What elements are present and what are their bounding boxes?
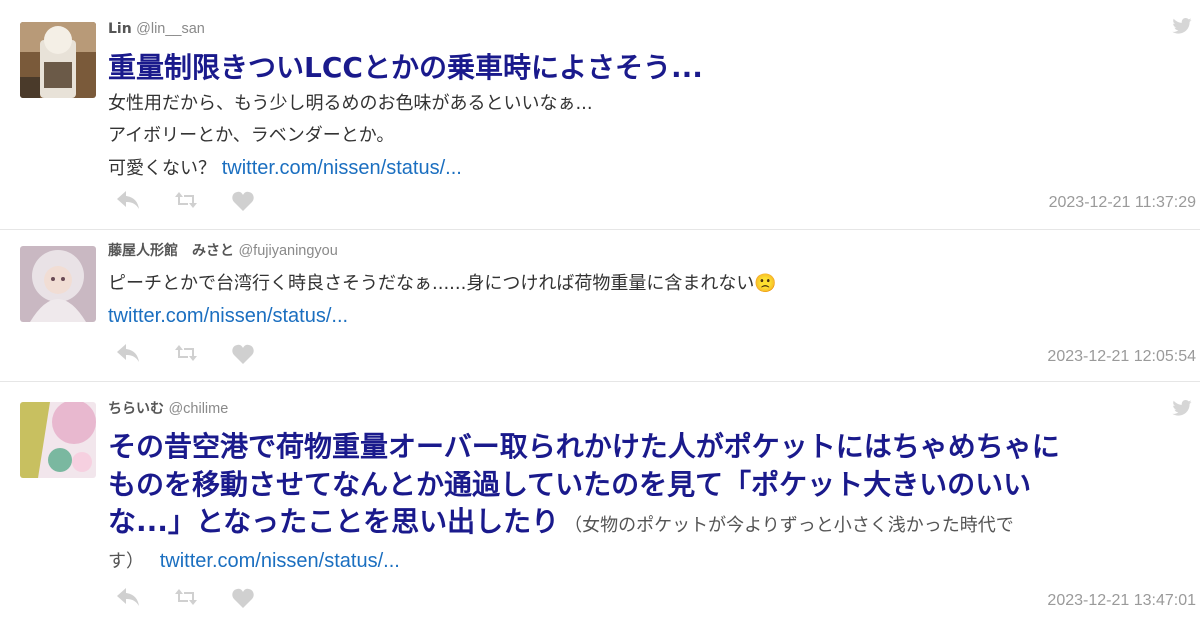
- heart-icon[interactable]: [232, 191, 254, 215]
- tweet-text: ピーチとかで台湾行く時良さそうだなぁ......身につければ荷物重量に含まれない: [108, 273, 755, 294]
- tweet-item: Lin @lin__san 重量制限きついLCCとかの乗車時によさそう... 女…: [0, 0, 1200, 230]
- tweet-headline: な...」となったことを思い出したり: [108, 505, 560, 538]
- tweet-body: 重量制限きついLCCとかの乗車時によさそう... 女性用だから、もう少し明るめの…: [108, 50, 1198, 185]
- tweet-body: その昔空港で荷物重量オーバー取られかけた人がポケットにはちゃめちゃに ものを移動…: [108, 428, 1198, 578]
- retweet-icon[interactable]: [175, 191, 197, 213]
- twitter-bird-icon[interactable]: [1172, 18, 1192, 34]
- tweet-link[interactable]: twitter.com/nissen/status/...: [108, 305, 348, 327]
- tweet-aside: （女物のポケットが今よりずっと小さく浅かった時代で: [564, 515, 1014, 536]
- user-name[interactable]: Lin: [108, 21, 132, 37]
- user-handle[interactable]: @fujiyaningyou: [238, 243, 337, 259]
- user-handle[interactable]: @lin__san: [136, 21, 205, 37]
- tweet-link[interactable]: twitter.com/nissen/status/...: [160, 550, 400, 572]
- tweet-link[interactable]: twitter.com/nissen/status/...: [222, 157, 462, 179]
- reply-icon[interactable]: [117, 588, 139, 610]
- twitter-bird-icon[interactable]: [1172, 400, 1192, 416]
- tweet-headline-last: な...」となったことを思い出したり （女物のポケットが今よりずっと小さく浅かっ…: [108, 504, 1198, 545]
- tweet-item: 藤屋人形館 みさと @fujiyaningyou ピーチとかで台湾行く時良さそう…: [0, 230, 1200, 382]
- tweet-headline: その昔空港で荷物重量オーバー取られかけた人がポケットにはちゃめちゃに: [108, 430, 1060, 463]
- tweet-item: ちらいむ @chilime その昔空港で荷物重量オーバー取られかけた人がポケット…: [0, 382, 1200, 624]
- reply-icon[interactable]: [117, 344, 139, 366]
- tweet-header: 藤屋人形館 みさと @fujiyaningyou: [108, 242, 338, 260]
- tweet-text-line: 女性用だから、もう少し明るめのお色味があるといいなぁ...: [108, 93, 593, 114]
- sad-face-emoji: 🙁: [754, 273, 777, 294]
- user-name[interactable]: ちらいむ: [108, 401, 164, 417]
- heart-icon[interactable]: [232, 588, 254, 612]
- timestamp[interactable]: 2023-12-21 11:37:29: [1049, 194, 1196, 212]
- tweet-header: ちらいむ @chilime: [108, 400, 228, 418]
- tweet-text-line: 可愛くない？ twitter.com/nissen/status/...: [108, 152, 1198, 185]
- tweet-headline: 重量制限きついLCCとかの乗車時によさそう...: [108, 51, 703, 84]
- reply-icon[interactable]: [117, 191, 139, 213]
- tweet-header: Lin @lin__san: [108, 20, 205, 38]
- timestamp[interactable]: 2023-12-21 12:05:54: [1047, 348, 1196, 366]
- tweet-text-line: アイボリーとか、ラベンダーとか。: [108, 125, 395, 146]
- user-handle[interactable]: @chilime: [168, 401, 228, 417]
- timestamp[interactable]: 2023-12-21 13:47:01: [1047, 592, 1196, 610]
- tweet-body: ピーチとかで台湾行く時良さそうだなぁ......身につければ荷物重量に含まれない…: [108, 268, 1198, 333]
- tweet-aside: す）: [108, 551, 144, 572]
- user-name[interactable]: 藤屋人形館 みさと: [108, 243, 234, 259]
- tweet-text-line: twitter.com/nissen/status/...: [108, 300, 1198, 333]
- tweet-headline: ものを移動させてなんとか通過していたのを見て「ポケット大きいのいい: [108, 468, 1032, 501]
- tweet-text: 可愛くない？: [108, 158, 216, 179]
- retweet-icon[interactable]: [175, 588, 197, 610]
- avatar[interactable]: [20, 246, 96, 322]
- tweet-text-line: ピーチとかで台湾行く時良さそうだなぁ......身につければ荷物重量に含まれない…: [108, 268, 1198, 300]
- retweet-icon[interactable]: [175, 344, 197, 366]
- avatar[interactable]: [20, 22, 96, 98]
- avatar[interactable]: [20, 402, 96, 478]
- heart-icon[interactable]: [232, 344, 254, 368]
- tweet-text-line: す） twitter.com/nissen/status/...: [108, 545, 1198, 578]
